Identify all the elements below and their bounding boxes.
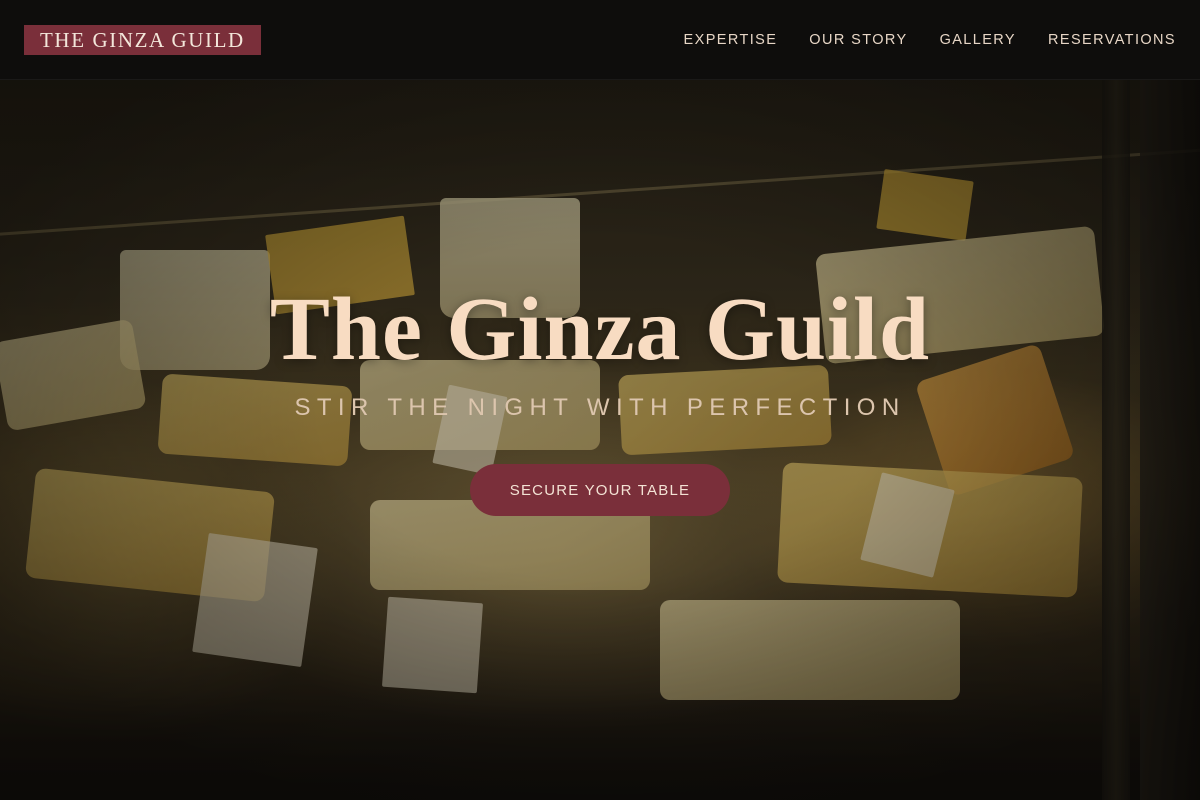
nav-link-expertise[interactable]: EXPERTISE — [684, 32, 778, 48]
brand-logo[interactable]: THE GINZA GUILD — [24, 24, 261, 55]
primary-nav: EXPERTISE OUR STORY GALLERY RESERVATIONS — [684, 32, 1176, 48]
hero-title: The Ginza Guild — [269, 280, 931, 379]
hero-content: The Ginza Guild STIR THE NIGHT WITH PERF… — [0, 280, 1200, 516]
hero-tagline: STIR THE NIGHT WITH PERFECTION — [294, 394, 906, 421]
nav-link-our-story[interactable]: OUR STORY — [809, 32, 907, 48]
secure-table-button[interactable]: SECURE YOUR TABLE — [469, 464, 731, 516]
top-navbar: THE GINZA GUILD EXPERTISE OUR STORY GALL… — [0, 0, 1200, 80]
nav-link-gallery[interactable]: GALLERY — [940, 32, 1016, 48]
nav-link-reservations[interactable]: RESERVATIONS — [1048, 32, 1176, 48]
